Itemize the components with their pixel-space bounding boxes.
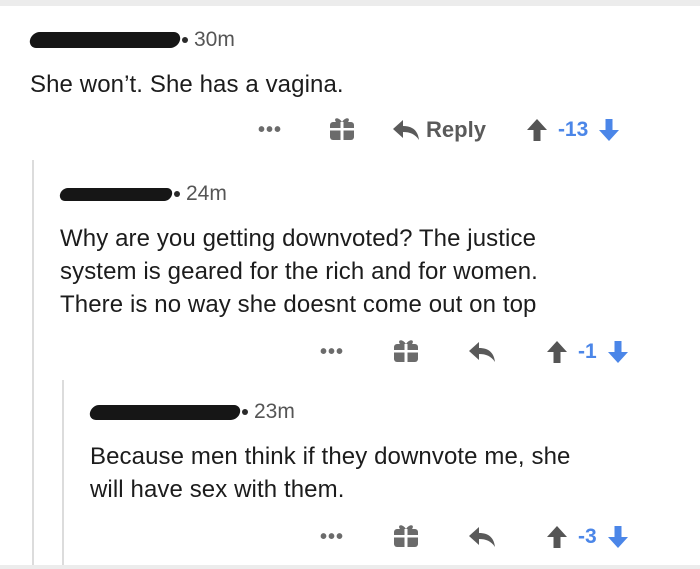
reply-label: Reply [426, 117, 486, 142]
more-options-icon[interactable]: ••• [320, 527, 344, 547]
comment-time: 23m [254, 400, 295, 423]
comment-meta: 24m [58, 182, 227, 206]
comment-actions: ••• -3 [320, 520, 629, 554]
separator-dot [182, 37, 188, 43]
reply-button[interactable] [468, 341, 496, 363]
gift-icon[interactable] [392, 336, 420, 369]
downvote-arrow-icon[interactable] [598, 118, 620, 142]
comment-meta: 23m [88, 400, 295, 424]
comment-body: Why are you getting downvoted? The justi… [60, 225, 538, 318]
vote-score: -1 [578, 340, 597, 363]
comment-3: 23m Because men think if they downvote m… [0, 380, 700, 565]
reply-button[interactable]: Reply [392, 117, 486, 143]
more-options-icon[interactable]: ••• [320, 342, 344, 362]
redacted-username [88, 404, 242, 420]
comment-meta: 30m [28, 28, 235, 52]
reply-arrow-icon [469, 527, 496, 547]
comment-time: 30m [194, 28, 235, 51]
redacted-username [28, 32, 182, 48]
separator-dot [174, 191, 180, 197]
upvote-arrow-icon[interactable] [526, 118, 548, 142]
comment-2: 24m Why are you getting downvoted? The j… [0, 160, 700, 380]
redacted-username [58, 187, 174, 201]
comment-1: 30m She won’t. She has a vagina. ••• Rep… [0, 0, 700, 160]
comment-time: 24m [186, 182, 227, 205]
gift-icon[interactable] [392, 521, 420, 554]
comment-body: She won’t. She has a vagina. [30, 71, 344, 98]
downvote-arrow-icon[interactable] [607, 525, 629, 549]
reply-button[interactable] [468, 526, 496, 548]
separator-dot [242, 409, 248, 415]
more-options-icon[interactable]: ••• [258, 120, 282, 140]
reply-arrow-icon [469, 342, 496, 362]
comment-actions: ••• -1 [320, 335, 629, 369]
upvote-arrow-icon[interactable] [546, 340, 568, 364]
vote-score: -3 [578, 525, 597, 548]
upvote-arrow-icon[interactable] [546, 525, 568, 549]
gift-icon[interactable] [328, 114, 356, 147]
bottom-divider [0, 565, 700, 569]
vote-score: -13 [557, 118, 589, 141]
downvote-arrow-icon[interactable] [607, 340, 629, 364]
comment-actions: ••• Reply -13 [258, 113, 620, 147]
comment-body: Because men think if they downvote me, s… [90, 443, 571, 503]
reply-arrow-icon [393, 120, 420, 140]
